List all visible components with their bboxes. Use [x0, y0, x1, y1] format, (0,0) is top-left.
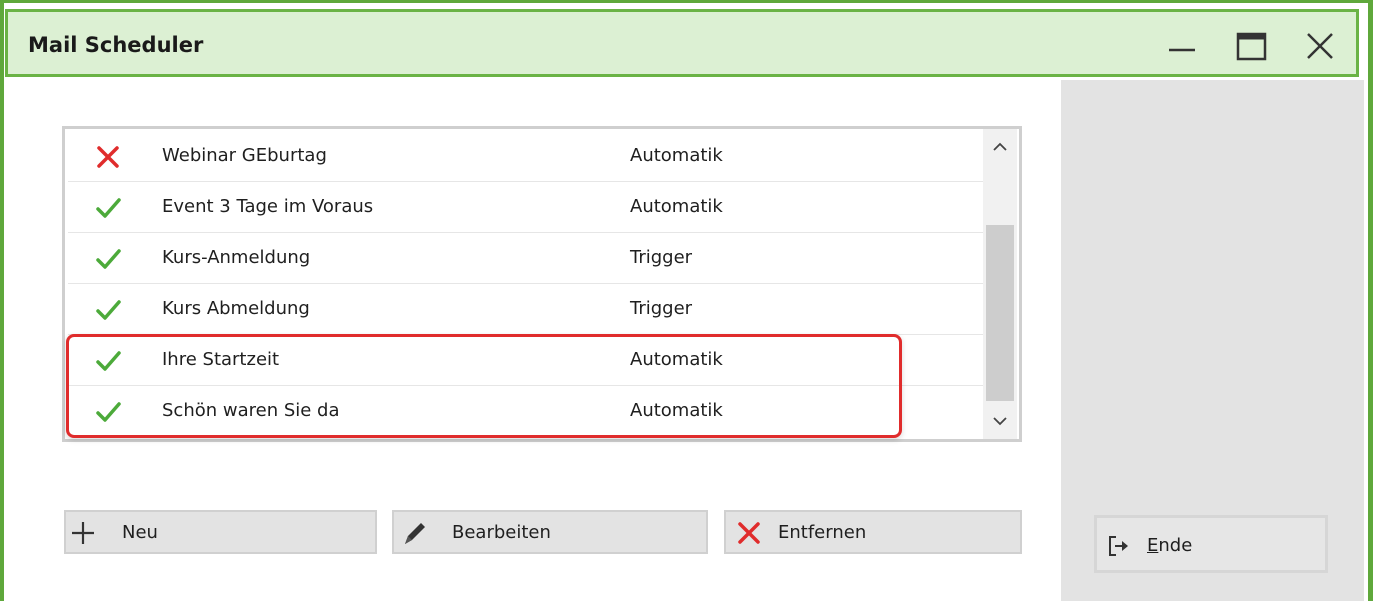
mail-name: Event 3 Tage im Voraus: [162, 196, 374, 217]
plus-icon: [70, 520, 96, 546]
remove-button[interactable]: Entfernen: [724, 510, 1022, 554]
minimize-icon[interactable]: [1161, 28, 1203, 64]
list-item[interactable]: Kurs-Anmeldung Trigger: [68, 234, 984, 284]
end-button[interactable]: Ende: [1094, 515, 1328, 573]
new-button[interactable]: Neu: [64, 510, 377, 554]
maximize-icon[interactable]: [1230, 28, 1272, 64]
mail-name: Schön waren Sie da: [162, 400, 340, 421]
list-item[interactable]: Ihre Startzeit Automatik: [68, 336, 984, 386]
scroll-thumb[interactable]: [986, 225, 1014, 401]
check-icon: [95, 399, 121, 425]
edit-button-label: Bearbeiten: [452, 522, 551, 543]
mail-type: Automatik: [630, 145, 723, 166]
end-button-label: Ende: [1147, 535, 1193, 556]
mail-name: Ihre Startzeit: [162, 349, 280, 370]
scroll-up-icon[interactable]: [983, 133, 1017, 161]
mail-name: Webinar GEburtag: [162, 145, 327, 166]
mail-type: Automatik: [630, 349, 723, 370]
mail-name: Kurs Abmeldung: [162, 298, 310, 319]
new-button-label: Neu: [122, 522, 158, 543]
pencil-icon: [402, 520, 428, 546]
check-icon: [95, 195, 121, 221]
close-icon[interactable]: [1299, 28, 1341, 64]
x-icon: [736, 520, 762, 546]
check-icon: [95, 348, 121, 374]
list-item[interactable]: Schön waren Sie da Automatik: [68, 387, 984, 437]
mail-type: Trigger: [630, 298, 693, 319]
check-icon: [95, 246, 121, 272]
window-title: Mail Scheduler: [28, 33, 204, 57]
x-icon: [95, 144, 121, 170]
mail-type: Automatik: [630, 400, 723, 421]
exit-icon: [1107, 534, 1131, 558]
list-item[interactable]: Event 3 Tage im Voraus Automatik: [68, 183, 984, 233]
list-item[interactable]: Kurs Abmeldung Trigger: [68, 285, 984, 335]
title-bar: Mail Scheduler: [5, 9, 1359, 77]
mail-name: Kurs-Anmeldung: [162, 247, 311, 268]
edit-button[interactable]: Bearbeiten: [392, 510, 708, 554]
remove-button-label: Entfernen: [778, 522, 867, 543]
mail-list: Webinar GEburtag Automatik Event 3 Tage …: [62, 126, 1022, 442]
check-icon: [95, 297, 121, 323]
list-scrollbar[interactable]: [983, 129, 1017, 439]
list-item[interactable]: Webinar GEburtag Automatik: [68, 132, 984, 182]
mail-type: Automatik: [630, 196, 723, 217]
mail-type: Trigger: [630, 247, 693, 268]
scroll-down-icon[interactable]: [983, 407, 1017, 435]
